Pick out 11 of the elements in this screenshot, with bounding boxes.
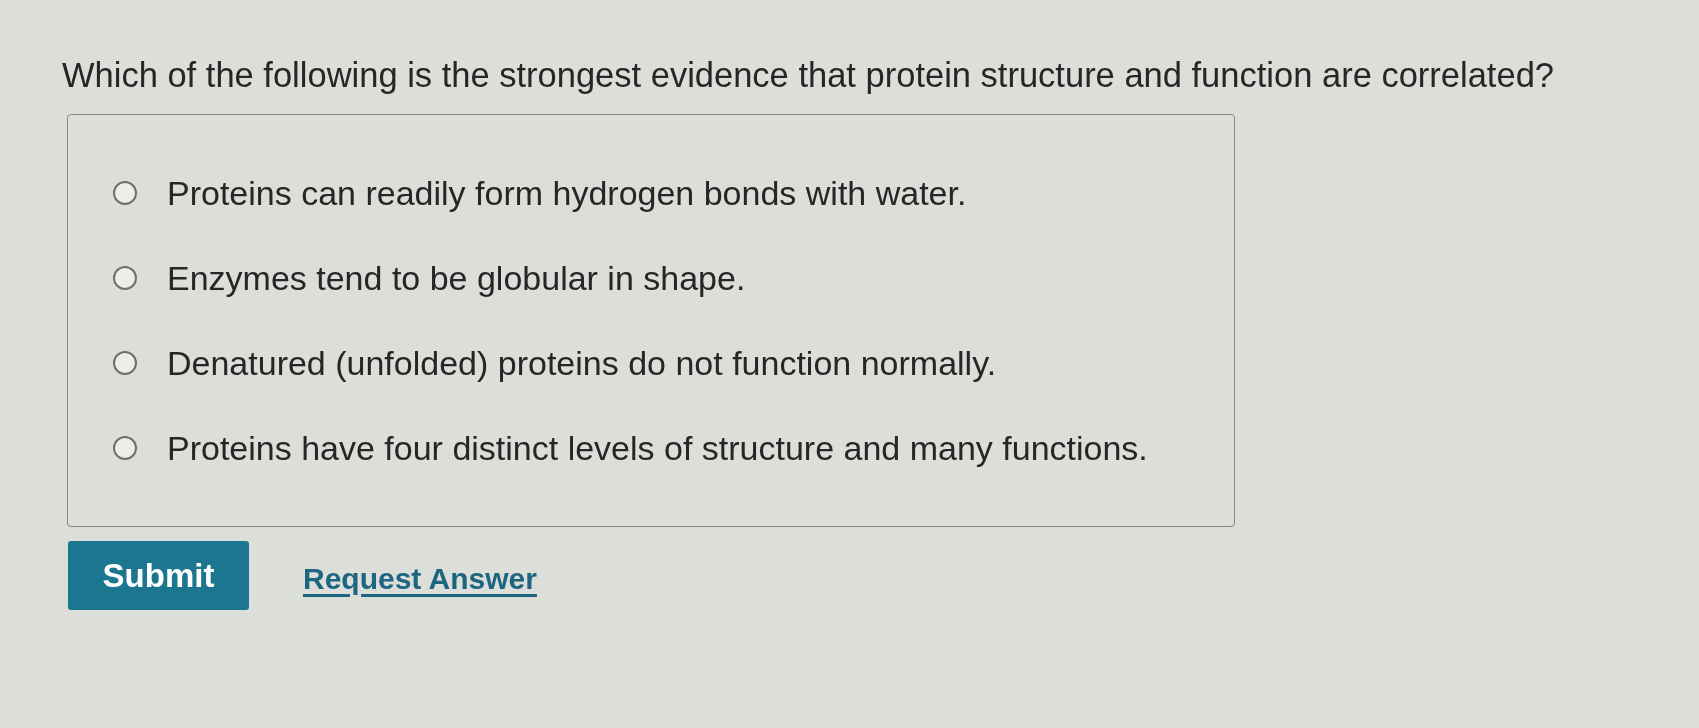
submit-button[interactable]: Submit	[68, 541, 249, 610]
request-answer-link[interactable]: Request Answer	[303, 556, 537, 601]
radio-button[interactable]	[113, 351, 137, 375]
option-label: Enzymes tend to be globular in shape.	[167, 258, 746, 299]
radio-button[interactable]	[113, 436, 137, 460]
option-label: Proteins have four distinct levels of structure and many functions.	[167, 428, 1148, 469]
option-label: Proteins can readily form hydrogen bonds with water.	[167, 173, 967, 214]
radio-button[interactable]	[113, 181, 137, 205]
question-text: Which of the following is the strongest evidence that protein structure and function are correlated?	[62, 55, 1554, 96]
radio-button[interactable]	[113, 266, 137, 290]
option-label: Denatured (unfolded) proteins do not function normally.	[167, 343, 997, 384]
